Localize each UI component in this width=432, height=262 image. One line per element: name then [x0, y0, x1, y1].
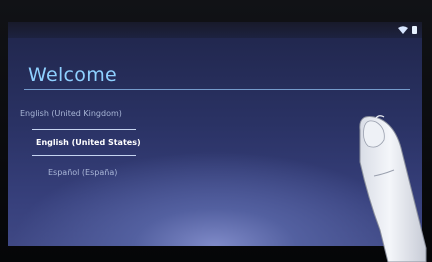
page-title: Welcome	[28, 64, 118, 86]
language-option-en-gb[interactable]: English (United Kingdom)	[20, 109, 122, 118]
battery-icon	[412, 26, 417, 34]
status-bar	[8, 22, 422, 38]
selection-divider-bottom	[32, 155, 136, 156]
selection-divider-top	[32, 129, 136, 130]
language-option-es-es[interactable]: Español (España)	[48, 168, 117, 177]
pointing-finger	[359, 115, 427, 262]
wifi-icon	[398, 26, 408, 34]
language-option-en-us[interactable]: English (United States)	[36, 138, 141, 147]
